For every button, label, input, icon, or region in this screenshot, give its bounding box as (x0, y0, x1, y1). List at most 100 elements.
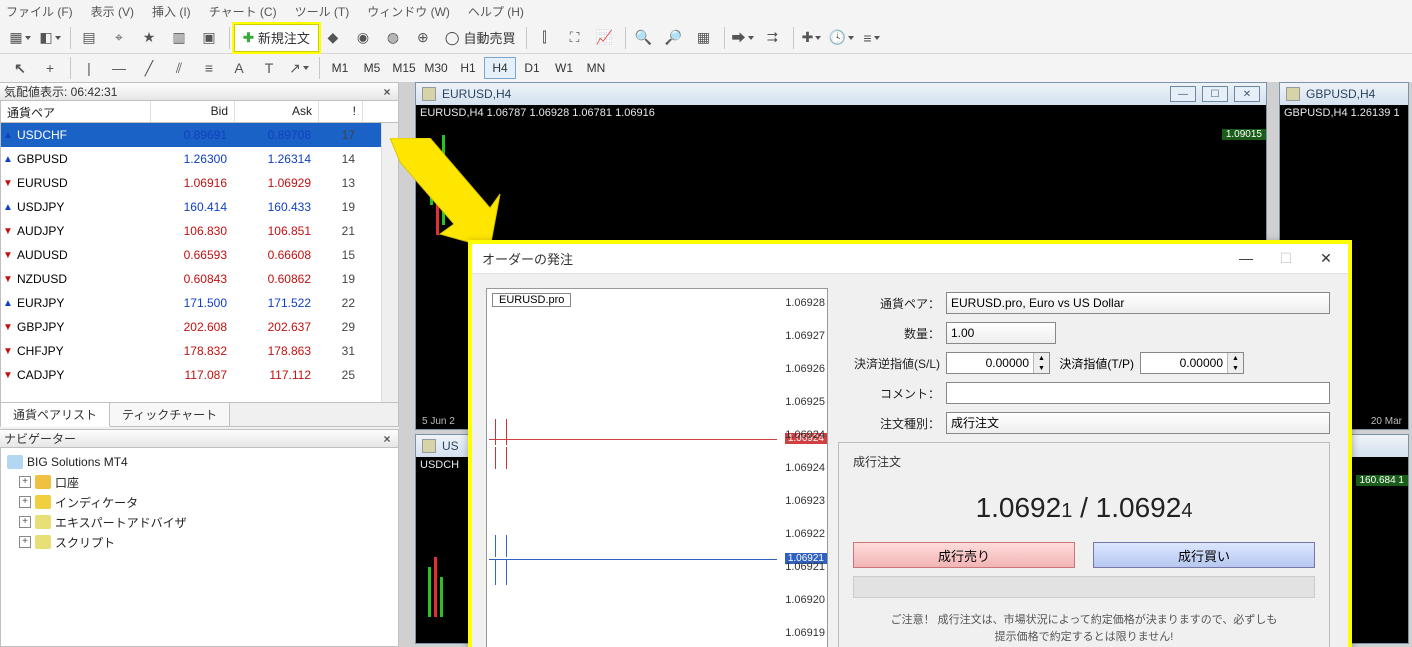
comment-input[interactable] (946, 382, 1330, 404)
equidistant-channel-button[interactable]: ⫽ (165, 55, 193, 81)
market-watch-row[interactable]: ▲EURJPY171.500171.52222 (1, 291, 398, 315)
indicators-icon (35, 495, 51, 509)
menu-chart[interactable]: チャート (C) (209, 3, 277, 20)
menu-bar: ファイル (F) 表示 (V) 挿入 (I) チャート (C) ツール (T) … (0, 0, 1412, 22)
nav-accounts[interactable]: +口座 (7, 472, 392, 492)
take-profit-input[interactable]: ▲▼ (1140, 352, 1244, 374)
tab-symbol-list[interactable]: 通貨ペアリスト (1, 403, 110, 427)
dialog-close[interactable]: ✕ (1314, 250, 1338, 267)
dialog-maximize[interactable]: ☐ (1274, 250, 1298, 267)
minimize-button[interactable]: — (1170, 86, 1196, 102)
dialog-minimize[interactable]: — (1234, 250, 1258, 267)
stop-loss-input[interactable]: ▲▼ (946, 352, 1050, 374)
close-button[interactable]: ✕ (1234, 86, 1260, 102)
fibonacci-button[interactable]: ≡ (195, 55, 223, 81)
vps-button[interactable]: ◍ (379, 25, 407, 51)
trendline-button[interactable]: ╱ (135, 55, 163, 81)
market-watch-close[interactable]: × (380, 85, 394, 99)
market-watch-row[interactable]: ▼GBPJPY202.608202.63729 (1, 315, 398, 339)
market-watch-row[interactable]: ▼AUDJPY106.830106.85121 (1, 219, 398, 243)
toolbar-main: ▦ ◧ ▤ ⌖ ★ ▥ ▣ ✚新規注文 ◆ ◉ ◍ ⊕ ◯ 自動売買 ⫿ ⛶ 📈… (0, 22, 1412, 54)
market-watch-row[interactable]: ▼NZDUSD0.608430.6086219 (1, 267, 398, 291)
nav-indicators[interactable]: +インディケータ (7, 492, 392, 512)
data-window-toggle[interactable]: ⌖ (105, 25, 133, 51)
cursor-button[interactable]: ↖ (6, 55, 34, 81)
chart-shift-button[interactable]: ⮆ (759, 25, 787, 51)
templates-button[interactable]: ≡ (858, 25, 886, 51)
metaquotes-button[interactable]: ◆ (319, 25, 347, 51)
vertical-line-button[interactable]: | (75, 55, 103, 81)
tile-windows-button[interactable]: ▦ (690, 25, 718, 51)
menu-window[interactable]: ウィンドウ (W) (367, 3, 450, 20)
text-label-button[interactable]: A (225, 55, 253, 81)
auto-trading-button[interactable]: ◯ 自動売買 (439, 25, 522, 51)
zoom-out-button[interactable]: 🔎 (660, 25, 688, 51)
new-chart-button[interactable]: ▦ (6, 25, 34, 51)
tick-symbol-label: EURUSD.pro (492, 293, 571, 307)
menu-help[interactable]: ヘルプ (H) (468, 3, 524, 20)
market-watch-row[interactable]: ▼EURUSD1.069161.0692913 (1, 171, 398, 195)
maximize-button[interactable]: ☐ (1202, 86, 1228, 102)
market-watch-body[interactable]: ▲USDCHF0.896910.8970817▲GBPUSD1.263001.2… (0, 123, 399, 403)
nav-root[interactable]: BIG Solutions MT4 (7, 452, 392, 472)
buy-button[interactable]: 成行買い (1093, 542, 1315, 568)
indicators-button[interactable]: ✚ (798, 25, 826, 51)
timeframe-d1[interactable]: D1 (516, 57, 548, 79)
menu-tool[interactable]: ツール (T) (295, 3, 350, 20)
zoom-in-button[interactable]: 🔍 (630, 25, 658, 51)
volume-select[interactable]: 1.00 (946, 322, 1056, 344)
terminal-toggle[interactable]: ▥ (165, 25, 193, 51)
sell-button[interactable]: 成行売り (853, 542, 1075, 568)
menu-insert[interactable]: 挿入 (I) (152, 3, 191, 20)
market-watch-row[interactable]: ▲USDCHF0.896910.8970817 (1, 123, 398, 147)
market-watch-row[interactable]: ▲GBPUSD1.263001.2631414 (1, 147, 398, 171)
nav-scripts[interactable]: +スクリプト (7, 532, 392, 552)
timeframe-m1[interactable]: M1 (324, 57, 356, 79)
chart-icon (1286, 87, 1300, 101)
market-watch-tabs: 通貨ペアリスト ティックチャート (0, 403, 399, 427)
bar-chart-button[interactable]: ⫿ (531, 25, 559, 51)
market-watch-row[interactable]: ▼CADJPY117.087117.11225 (1, 363, 398, 387)
timeframe-m15[interactable]: M15 (388, 57, 420, 79)
navigator-toggle[interactable]: ★ (135, 25, 163, 51)
menu-view[interactable]: 表示 (V) (91, 3, 134, 20)
dialog-title-bar[interactable]: オーダーの発注 — ☐ ✕ (472, 244, 1348, 274)
navigator-body: BIG Solutions MT4 +口座 +インディケータ +エキスパートアド… (0, 448, 399, 647)
strategy-tester-toggle[interactable]: ▣ (195, 25, 223, 51)
navigator-close[interactable]: × (380, 432, 394, 446)
market-watch-row[interactable]: ▲USDJPY160.414160.43319 (1, 195, 398, 219)
timeframe-mn[interactable]: MN (580, 57, 612, 79)
accounts-icon (35, 475, 51, 489)
price-quote: 1.06921 / 1.06924 (853, 486, 1315, 542)
text-button[interactable]: T (255, 55, 283, 81)
market-button[interactable]: ⊕ (409, 25, 437, 51)
order-type-select[interactable]: 成行注文 (946, 412, 1330, 434)
auto-scroll-button[interactable]: ⮕ (729, 25, 757, 51)
crosshair-button[interactable]: + (36, 55, 64, 81)
new-order-button[interactable]: ✚新規注文 (234, 24, 319, 52)
market-watch-scrollbar[interactable] (381, 123, 398, 402)
plus-icon: ✚ (243, 30, 254, 46)
horizontal-line-button[interactable]: — (105, 55, 133, 81)
tab-tick-chart[interactable]: ティックチャート (110, 403, 230, 426)
market-watch-header: 気配値表示: 06:42:31 × (0, 82, 399, 101)
symbol-select[interactable]: EURUSD.pro, Euro vs US Dollar (946, 292, 1330, 314)
menu-file[interactable]: ファイル (F) (6, 3, 73, 20)
timeframe-h4[interactable]: H4 (484, 57, 516, 79)
timeframe-m5[interactable]: M5 (356, 57, 388, 79)
nav-experts[interactable]: +エキスパートアドバイザ (7, 512, 392, 532)
arrows-button[interactable]: ↗ (285, 55, 313, 81)
terminal-icon (7, 455, 23, 469)
market-watch-row[interactable]: ▼AUDUSD0.665930.6660815 (1, 243, 398, 267)
timeframe-h1[interactable]: H1 (452, 57, 484, 79)
candle-chart-button[interactable]: ⛶ (561, 25, 589, 51)
timeframe-m30[interactable]: M30 (420, 57, 452, 79)
signals-button[interactable]: ◉ (349, 25, 377, 51)
market-watch-row[interactable]: ▼CHFJPY178.832178.86331 (1, 339, 398, 363)
periodicity-button[interactable]: 🕓 (828, 25, 856, 51)
toolbar-draw: ↖ + | — ╱ ⫽ ≡ A T ↗ M1M5M15M30H1H4D1W1MN (0, 54, 1412, 82)
line-chart-button[interactable]: 📈 (591, 25, 619, 51)
profiles-button[interactable]: ◧ (36, 25, 64, 51)
market-watch-toggle[interactable]: ▤ (75, 25, 103, 51)
timeframe-w1[interactable]: W1 (548, 57, 580, 79)
